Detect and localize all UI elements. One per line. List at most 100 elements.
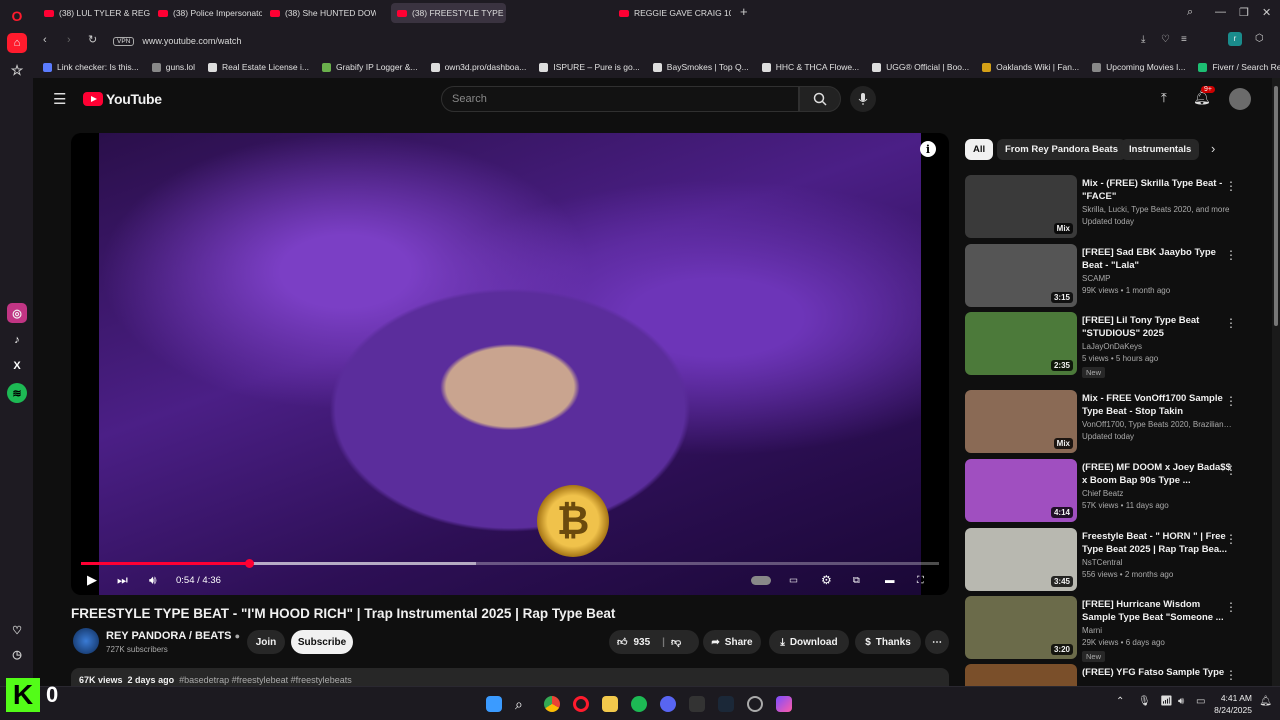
settings-gear-icon[interactable] [747, 696, 763, 712]
description-box[interactable]: 67K views 2 days ago #basedetrap #freest… [71, 668, 949, 686]
tab-lul-tyler[interactable]: (38) LUL TYLER & REGGIE [38, 3, 150, 23]
more-options-icon[interactable]: ⋮ [1225, 394, 1237, 408]
wifi-icon[interactable]: 📶︎ [1160, 696, 1173, 707]
settings-gear-icon[interactable]: ⚙ [821, 571, 832, 589]
recommended-video[interactable]: 4:14 (FREE) MF DOOM x Joey Bada$$ x Boom … [965, 459, 1265, 525]
tab-she-hunted-down[interactable]: (38) She HUNTED DOWN [264, 3, 376, 23]
avatar[interactable] [1229, 88, 1251, 110]
bookmark-item[interactable]: Upcoming Movies I... [1092, 62, 1185, 72]
bookmark-item[interactable]: Oaklands Wiki | Fan... [982, 62, 1079, 72]
copilot-icon[interactable] [776, 696, 792, 712]
instagram-icon[interactable]: ◎ [7, 303, 27, 323]
tab-freestyle-type-beat[interactable]: (38) FREESTYLE TYPE BEAT [391, 3, 506, 23]
thumbs-up-icon[interactable]: 👍︎ [617, 636, 627, 648]
video-thumbnail[interactable]: 4:14 [965, 459, 1077, 522]
profile-icon[interactable]: r [1228, 32, 1242, 46]
windows-start-icon[interactable] [486, 696, 502, 712]
recommended-channel[interactable]: Chief Beatz [1082, 489, 1232, 498]
video-thumbnail[interactable]: 3:15 [965, 244, 1077, 307]
captions-icon[interactable]: ▭ [789, 571, 798, 589]
recommended-title[interactable]: Mix - FREE VonOff1700 Sample Type Beat -… [1082, 392, 1232, 418]
video-thumbnail[interactable]: 2:35 [965, 312, 1077, 375]
next-icon[interactable]: ⏭ [117, 571, 128, 589]
volume-icon[interactable]: 🔊︎ [149, 571, 157, 589]
heart-icon[interactable]: ♡ [7, 620, 27, 640]
discord-icon[interactable] [660, 696, 676, 712]
more-options-icon[interactable]: ⋮ [1225, 463, 1237, 477]
more-options-icon[interactable]: ⋮ [1225, 668, 1237, 682]
bookmark-item[interactable]: ISPURE – Pure is go... [539, 62, 640, 72]
search-input[interactable]: Search [441, 86, 799, 112]
recommended-title[interactable]: (FREE) YFG Fatso Sample Type [1082, 666, 1232, 679]
bookmark-item[interactable]: BaySmokes | Top Q... [652, 62, 749, 72]
notification-center-icon[interactable]: 🔔︎ [1259, 696, 1272, 707]
chrome-icon[interactable] [544, 696, 560, 712]
voice-search-button[interactable] [850, 86, 876, 112]
video-player[interactable]: ₿ i ▶ ⏭ 🔊︎ 0:54 / 4:36 ▭ ⚙ ⧉ ▬ ⛶ [71, 133, 949, 595]
chip-all[interactable]: All [965, 139, 994, 160]
recommended-channel[interactable]: Marni [1082, 626, 1232, 635]
download-icon[interactable]: ⤓ [1141, 34, 1145, 45]
vpn-badge[interactable]: VPN [113, 36, 135, 46]
download-button[interactable]: ⤓ Download [769, 630, 849, 654]
recommended-video[interactable]: 3:15 [FREE] Sad EBK Jaaybo Type Beat - "L… [965, 244, 1265, 310]
chip-instrumentals[interactable]: Instrumentals [1121, 139, 1200, 160]
recommended-title[interactable]: Freestyle Beat - " HORN " | Free Type Be… [1082, 530, 1232, 556]
recommended-video[interactable]: 3:45 Freestyle Beat - " HORN " | Free Typ… [965, 528, 1265, 594]
menu-icon[interactable]: ≡ [1181, 34, 1187, 45]
video-thumbnail[interactable] [965, 664, 1077, 686]
subscribe-button[interactable]: Subscribe [291, 630, 353, 654]
like-count[interactable]: 935 [633, 637, 650, 648]
play-icon[interactable]: ▶ [87, 571, 97, 589]
search-icon[interactable]: ⌕ [515, 696, 531, 712]
recommended-title[interactable]: [FREE] Lil Tony Type Beat "STUDIOUS" 202… [1082, 314, 1232, 340]
scrollbar[interactable] [1272, 78, 1280, 686]
recommended-channel[interactable]: LaJayOnDaKeys [1082, 342, 1232, 351]
recommended-channel[interactable]: Skrilla, Lucki, Type Beats 2020, and mor… [1082, 205, 1232, 214]
bookmark-item[interactable]: Grabify IP Logger &... [321, 62, 418, 72]
recommended-channel[interactable]: NsTCentral [1082, 558, 1232, 567]
steam-icon[interactable] [718, 696, 734, 712]
history-icon[interactable]: ◷ [7, 644, 27, 664]
recommended-channel[interactable]: VonOff1700, Type Beats 2020, Brazilian .… [1082, 420, 1232, 429]
video-thumbnail[interactable]: Mix [965, 390, 1077, 453]
url-field[interactable]: VPN www.youtube.com/watch [109, 31, 1109, 51]
miniplayer-icon[interactable]: ⧉ [853, 571, 860, 589]
youtube-logo[interactable]: YouTube [83, 91, 162, 107]
video-thumbnail[interactable]: 3:45 [965, 528, 1077, 591]
upload-icon[interactable]: ⤒ [1161, 90, 1167, 106]
join-button[interactable]: Join [247, 630, 285, 654]
spotify-icon[interactable] [631, 696, 647, 712]
info-icon[interactable]: i [920, 141, 936, 157]
chip-from-rey-pandora[interactable]: From Rey Pandora Beats [997, 139, 1126, 160]
autoplay-toggle[interactable] [751, 571, 771, 589]
chevron-up-icon[interactable]: ⌃ [1116, 696, 1124, 707]
bookmark-item[interactable]: guns.lol [151, 62, 195, 72]
channel-avatar[interactable] [73, 628, 99, 654]
video-thumbnail[interactable]: Mix [965, 175, 1077, 238]
recommended-video[interactable]: Mix Mix - FREE VonOff1700 Sample Type Bea… [965, 390, 1265, 456]
minimize-icon[interactable]: — [1215, 6, 1226, 18]
microphone-icon[interactable]: 🎙︎ [1138, 696, 1151, 707]
thanks-button[interactable]: $ Thanks [855, 630, 921, 654]
url-text[interactable]: www.youtube.com/watch [142, 36, 241, 46]
bookmark-item[interactable]: UGG® Official | Boo... [872, 62, 969, 72]
home-icon[interactable]: ⌂ [7, 33, 27, 53]
recommended-title[interactable]: (FREE) MF DOOM x Joey Bada$$ x Boom Bap … [1082, 461, 1232, 487]
recommended-video[interactable]: 2:35 [FREE] Lil Tony Type Beat "STUDIOUS"… [965, 312, 1265, 378]
tab-reggie-gave-craig[interactable]: REGGIE GAVE CRAIG 10K✕ [613, 3, 731, 23]
scrollbar-thumb[interactable] [1274, 86, 1278, 326]
chevron-right-icon[interactable]: › [1211, 141, 1215, 156]
new-tab-icon[interactable]: + [740, 4, 748, 19]
more-options-icon[interactable]: ⋮ [1225, 248, 1237, 262]
back-icon[interactable]: ‹ [43, 34, 47, 46]
tiktok-icon[interactable]: ♪ [7, 330, 27, 350]
opera-icon[interactable] [573, 696, 589, 712]
bookmark-item[interactable]: own3d.pro/dashboa... [430, 62, 526, 72]
file-explorer-icon[interactable] [602, 696, 618, 712]
tab-police-impersonator[interactable]: (38) Police Impersonator [152, 3, 262, 23]
search-tabs-icon[interactable]: ⌕ [1187, 6, 1193, 19]
recommended-title[interactable]: [FREE] Hurricane Wisdom Sample Type Beat… [1082, 598, 1232, 624]
hashtags[interactable]: #basedetrap #freestylebeat #freestylebea… [179, 675, 352, 685]
close-window-icon[interactable]: ✕ [1262, 6, 1271, 19]
